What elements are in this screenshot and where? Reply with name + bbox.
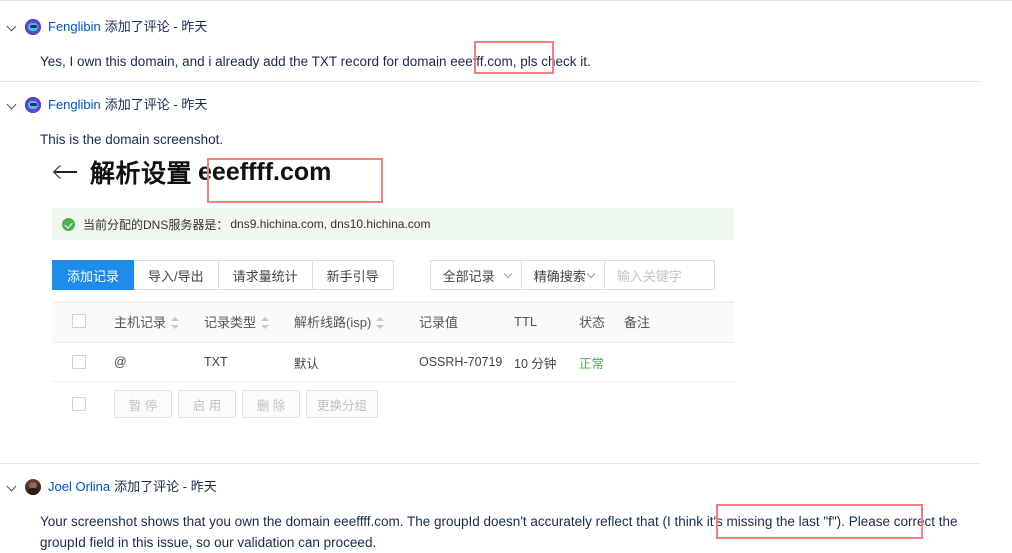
- column-line-label: 解析线路(isp): [294, 314, 372, 330]
- avatar: [25, 97, 41, 113]
- record-filter-value: 全部记录: [442, 268, 495, 284]
- chevron-down-icon[interactable]: [7, 99, 19, 111]
- column-host-label: 主机记录: [114, 314, 167, 330]
- sort-icon[interactable]: [171, 316, 180, 329]
- comment-3-highlight: (I think it's missing the last "f").: [662, 514, 845, 529]
- enable-button[interactable]: 启 用: [178, 390, 236, 418]
- toolbar-underlap-rule: [52, 302, 734, 303]
- beginner-guide-button[interactable]: 新手引导: [312, 260, 394, 290]
- comment-1-text-before: Yes, I own this domain, and i already ad…: [40, 54, 451, 69]
- dns-server-banner: 当前分配的DNS服务器是： dns9.hichina.com, dns10.hi…: [52, 208, 734, 240]
- comment-3-action: 添加了评论 - 昨天: [114, 479, 217, 494]
- cell-value: OSSRH-70719: [419, 355, 503, 369]
- top-divider: [0, 0, 1012, 1]
- column-status: 状态: [579, 314, 606, 330]
- chevron-down-icon: [588, 271, 596, 279]
- comment-1-highlight: eeefff.com,: [450, 54, 517, 69]
- comment-2: Fenglibin 添加了评论 - 昨天 This is the domain …: [0, 95, 1012, 150]
- back-arrow-icon[interactable]: [52, 160, 80, 184]
- comment-3-author[interactable]: Joel Orlina: [48, 479, 110, 495]
- comment-2-divider: [0, 463, 980, 464]
- comment-3-header: Joel Orlina 添加了评论 - 昨天: [0, 477, 1012, 497]
- avatar: [25, 19, 41, 35]
- dns-records-table: 主机记录 记录类型 解析线路(isp) 记录值 TTL 状态 备注 @ TXT …: [52, 300, 734, 426]
- dns-page-title: 解析设置: [90, 160, 193, 188]
- bulk-select-cell: [52, 397, 114, 411]
- embedded-dns-screenshot: 解析设置 eeeffff.com 当前分配的DNS服务器是： dns9.hich…: [40, 150, 746, 450]
- row-checkbox[interactable]: [72, 355, 86, 369]
- column-value: 记录值: [419, 314, 459, 330]
- pause-button[interactable]: 暂 停: [114, 390, 172, 418]
- chevron-down-icon[interactable]: [7, 481, 19, 493]
- column-type-label: 记录类型: [204, 314, 257, 330]
- dns-toolbar: 添加记录 导入/导出 请求量统计 新手引导 全部记录 精确搜索 输入关键字: [52, 260, 734, 290]
- request-stats-button[interactable]: 请求量统计: [218, 260, 313, 290]
- cell-host: @: [114, 355, 127, 369]
- avatar: [25, 479, 41, 495]
- comment-1-body: Yes, I own this domain, and i already ad…: [0, 51, 1012, 72]
- select-all-cell: [52, 314, 114, 328]
- row-select-cell: [52, 355, 114, 369]
- dns-banner-label: 当前分配的DNS服务器是：: [83, 217, 229, 232]
- import-export-button[interactable]: 导入/导出: [134, 260, 219, 290]
- column-ttl: TTL: [514, 313, 538, 329]
- comment-1-header: Fenglibin 添加了评论 - 昨天: [0, 17, 1012, 37]
- column-line[interactable]: 解析线路(isp): [294, 312, 419, 331]
- delete-button[interactable]: 删 除: [242, 390, 300, 418]
- bulk-action-bar: 暂 停 启 用 删 除 更换分组: [52, 382, 734, 426]
- change-group-button[interactable]: 更换分组: [306, 390, 379, 418]
- comment-1-text-after: pls check it.: [516, 54, 591, 69]
- comment-3: Joel Orlina 添加了评论 - 昨天 Your screenshot s…: [0, 477, 1012, 553]
- comment-1-action: 添加了评论 - 昨天: [104, 19, 208, 34]
- dns-page-header: 解析设置 eeeffff.com: [40, 150, 746, 194]
- search-mode-select[interactable]: 精确搜索: [521, 260, 605, 290]
- comment-3-text-before: Your screenshot shows that you own the d…: [40, 514, 663, 529]
- search-input[interactable]: 输入关键字: [604, 260, 715, 290]
- select-all-checkbox[interactable]: [72, 314, 86, 328]
- chevron-down-icon[interactable]: [7, 21, 19, 33]
- comment-1: Fenglibin 添加了评论 - 昨天 Yes, I own this dom…: [0, 17, 1012, 72]
- comment-2-action: 添加了评论 - 昨天: [104, 97, 208, 112]
- dns-page-domain: eeeffff.com: [198, 157, 332, 186]
- cell-status: 正常: [579, 356, 605, 371]
- search-mode-value: 精确搜索: [533, 268, 586, 284]
- sort-icon[interactable]: [261, 316, 270, 329]
- cell-type: TXT: [204, 355, 228, 369]
- cell-ttl: 10 分钟: [514, 356, 557, 371]
- add-record-button[interactable]: 添加记录: [52, 260, 135, 290]
- column-host[interactable]: 主机记录: [114, 312, 204, 331]
- check-circle-icon: [62, 217, 75, 231]
- record-filter-select[interactable]: 全部记录: [429, 260, 522, 290]
- comment-1-author[interactable]: Fenglibin: [48, 19, 101, 35]
- comment-2-header: Fenglibin 添加了评论 - 昨天: [0, 95, 1012, 115]
- column-type[interactable]: 记录类型: [204, 312, 294, 331]
- table-header-row: 主机记录 记录类型 解析线路(isp) 记录值 TTL 状态 备注: [52, 300, 734, 343]
- bulk-select-checkbox[interactable]: [72, 397, 86, 411]
- comment-1-divider: [0, 81, 980, 82]
- table-row[interactable]: @ TXT 默认 OSSRH-70719 10 分钟 正常: [52, 343, 734, 382]
- chevron-down-icon: [505, 271, 513, 279]
- comment-2-author[interactable]: Fenglibin: [48, 97, 101, 113]
- sort-icon[interactable]: [376, 316, 385, 329]
- comment-2-body: This is the domain screenshot.: [40, 132, 224, 147]
- cell-line: 默认: [294, 356, 320, 371]
- comment-3-body: Your screenshot shows that you own the d…: [0, 511, 1012, 553]
- dns-banner-servers: dns9.hichina.com, dns10.hichina.com: [230, 217, 431, 231]
- column-note: 备注: [624, 314, 651, 330]
